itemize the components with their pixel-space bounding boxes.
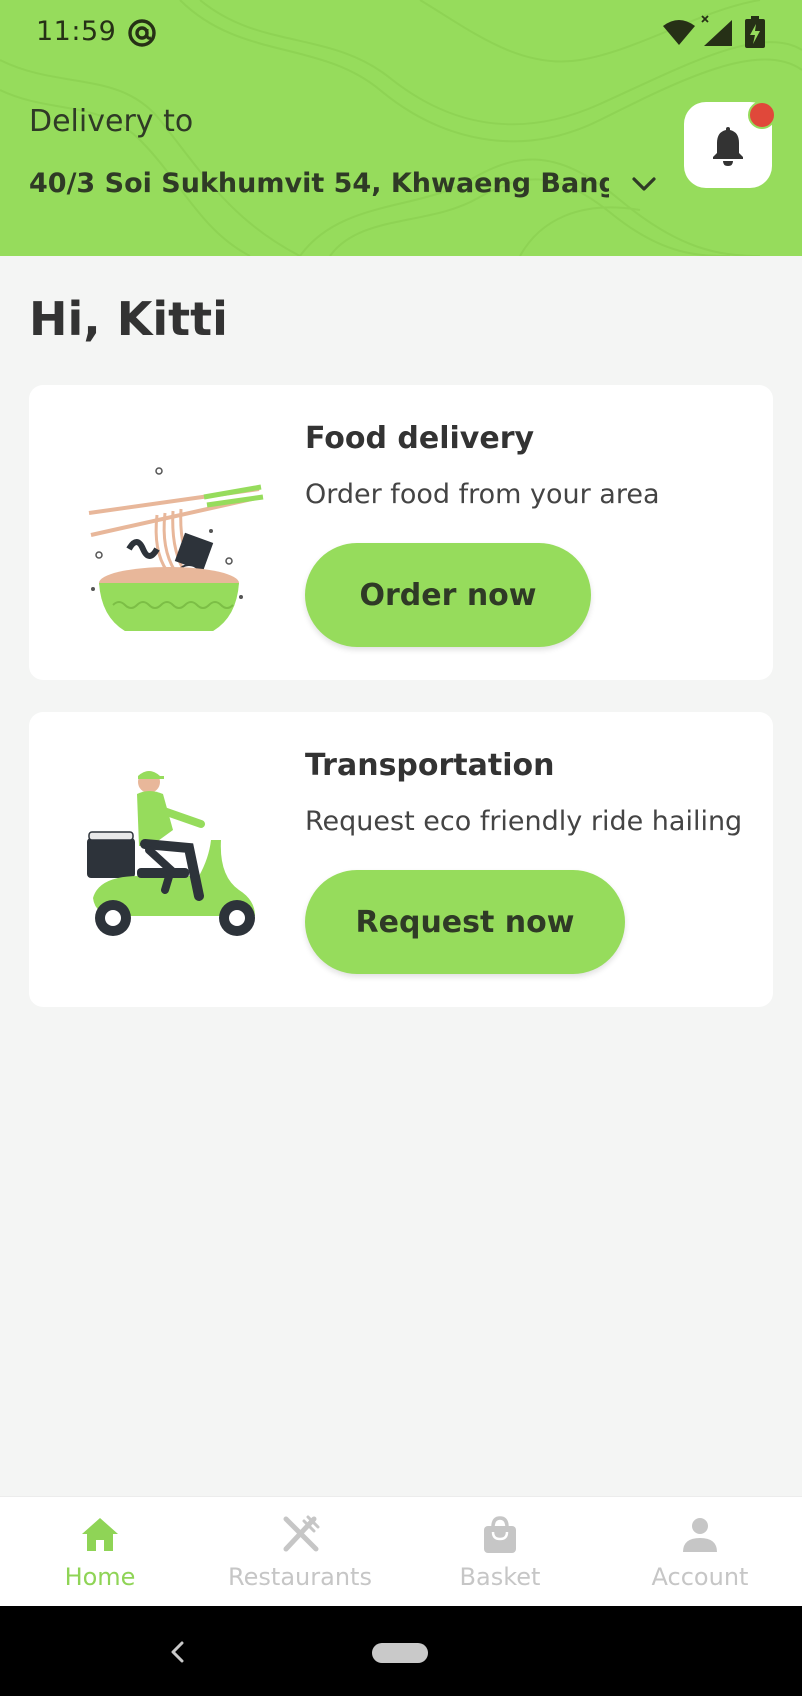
- nav-item-restaurants[interactable]: Restaurants: [200, 1497, 400, 1607]
- nav-item-account[interactable]: Account: [600, 1497, 800, 1607]
- notification-badge: [748, 101, 776, 129]
- nav-label: Basket: [459, 1563, 541, 1591]
- transportation-card[interactable]: Transportation Request eco friendly ride…: [29, 712, 773, 1007]
- signal-icon: [701, 15, 732, 46]
- home-icon: [82, 1518, 118, 1551]
- bottom-navigation: Home Restaurants Basket Account: [0, 1496, 802, 1607]
- back-icon[interactable]: [168, 1640, 188, 1664]
- nav-label: Restaurants: [228, 1563, 372, 1591]
- app-header: 11:59 Delivery to 40/3 Soi Sukhumvit 54,…: [0, 0, 802, 256]
- order-now-button[interactable]: Order now: [305, 543, 591, 647]
- wifi-icon: [663, 20, 695, 45]
- battery-charging-icon: [745, 16, 765, 48]
- request-now-button[interactable]: Request now: [305, 870, 625, 974]
- card-title: Transportation: [305, 748, 555, 783]
- nav-item-home[interactable]: Home: [0, 1497, 200, 1607]
- nav-item-basket[interactable]: Basket: [400, 1497, 600, 1607]
- scooter-rider-illustration: [87, 771, 255, 936]
- status-bar: 11:59: [0, 0, 802, 66]
- bell-icon: [713, 127, 743, 166]
- chevron-down-icon[interactable]: [630, 172, 658, 196]
- fork-knife-icon: [283, 1515, 320, 1552]
- nav-label: Home: [64, 1563, 136, 1591]
- delivery-label: Delivery to: [29, 104, 194, 139]
- food-delivery-card[interactable]: Food delivery Order food from your area …: [29, 385, 773, 680]
- delivery-address[interactable]: 40/3 Soi Sukhumvit 54, Khwaeng Bang Ch..…: [29, 168, 609, 199]
- at-sign-icon: [128, 19, 156, 47]
- card-title: Food delivery: [305, 421, 535, 456]
- noodle-bowl-illustration: [88, 467, 264, 631]
- card-subtitle: Request eco friendly ride hailing: [305, 806, 743, 837]
- shopping-bag-icon: [484, 1516, 516, 1553]
- card-subtitle: Order food from your area: [305, 479, 660, 510]
- status-time: 11:59: [36, 16, 117, 47]
- nav-label: Account: [651, 1563, 749, 1591]
- person-icon: [683, 1518, 717, 1552]
- greeting-title: Hi, Kitti: [29, 292, 228, 346]
- home-pill[interactable]: [372, 1643, 428, 1663]
